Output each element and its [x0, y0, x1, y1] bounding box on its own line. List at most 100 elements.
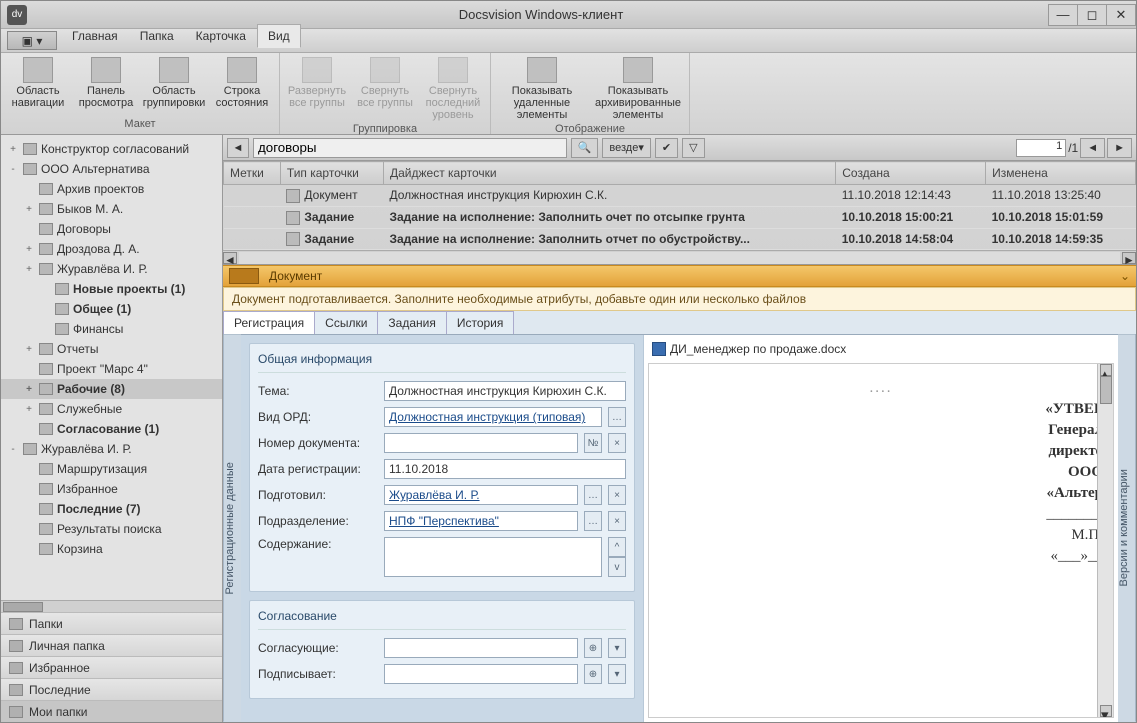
card-tab-Регистрация[interactable]: Регистрация — [223, 311, 315, 334]
card-tab-Ссылки[interactable]: Ссылки — [314, 311, 378, 334]
input-tema[interactable]: Должностная инструкция Кирюхин С.К. — [384, 381, 626, 401]
page-number[interactable]: 1 — [1016, 139, 1066, 157]
tree-node[interactable]: Результаты поиска — [1, 519, 222, 539]
minimize-button[interactable]: — — [1048, 4, 1078, 26]
expand-icon[interactable]: + — [7, 144, 19, 155]
card-tab-История[interactable]: История — [446, 311, 515, 334]
tree-node[interactable]: +Дроздова Д. А. — [1, 239, 222, 259]
table-row[interactable]: ЗаданиеЗадание на исполнение: Заполнить … — [224, 228, 1136, 250]
input-sogl[interactable] — [384, 638, 578, 658]
nomer-button[interactable]: № — [584, 433, 602, 453]
tree-node[interactable]: Финансы — [1, 319, 222, 339]
tree-node[interactable]: Согласование (1) — [1, 419, 222, 439]
tree-node[interactable]: Последние (7) — [1, 499, 222, 519]
tree-node[interactable]: +Рабочие (8) — [1, 379, 222, 399]
table-row[interactable]: ЗаданиеЗадание на исполнение: Заполнить … — [224, 206, 1136, 228]
podgotovil-browse-button[interactable]: … — [584, 485, 602, 505]
expand-icon[interactable]: + — [23, 244, 35, 255]
expand-icon[interactable]: - — [7, 164, 19, 175]
ribbon-Область-группировки[interactable]: Область группировки — [143, 57, 205, 109]
input-date[interactable]: 11.10.2018 — [384, 459, 626, 479]
col-Создана[interactable]: Создана — [836, 162, 986, 185]
tree-node[interactable]: +Журавлёва И. Р. — [1, 259, 222, 279]
page-prev[interactable]: ◄ — [1080, 138, 1105, 158]
sogl-pick-button[interactable]: ⊕ — [584, 638, 602, 658]
tab-Главная[interactable]: Главная — [61, 24, 129, 47]
tree-node[interactable]: Договоры — [1, 219, 222, 239]
ribbon-Строка-состояния[interactable]: Строка состояния — [211, 57, 273, 109]
ribbon-Панель-просмотра[interactable]: Панель просмотра — [75, 57, 137, 109]
preview-vscroll[interactable]: ▴ ▾ — [1097, 364, 1113, 717]
left-side-tab[interactable]: Регистрационные данные — [223, 335, 241, 722]
nomer-clear-button[interactable]: × — [608, 433, 626, 453]
tree-node[interactable]: Проект "Марс 4" — [1, 359, 222, 379]
tree-node[interactable]: Корзина — [1, 539, 222, 559]
tree-node[interactable]: -ООО Альтернатива — [1, 159, 222, 179]
close-button[interactable]: ✕ — [1106, 4, 1136, 26]
input-soderzh[interactable] — [384, 537, 602, 577]
podrazd-clear-button[interactable]: × — [608, 511, 626, 531]
maximize-button[interactable]: ◻ — [1077, 4, 1107, 26]
input-podpis[interactable] — [384, 664, 578, 684]
right-side-tab[interactable]: Версии и комментарии — [1118, 335, 1136, 722]
tree-node[interactable]: +Служебные — [1, 399, 222, 419]
page-next[interactable]: ► — [1107, 138, 1132, 158]
nav-section-Последние[interactable]: Последние — [1, 678, 222, 700]
tab-Вид[interactable]: Вид — [257, 24, 301, 48]
tree-node[interactable]: +Конструктор согласований — [1, 139, 222, 159]
nav-section-Папки[interactable]: Папки — [1, 612, 222, 634]
col-Метки[interactable]: Метки — [224, 162, 281, 185]
nav-back-icon[interactable]: ◄ — [227, 138, 249, 158]
tree-node[interactable]: Избранное — [1, 479, 222, 499]
tree-node[interactable]: Архив проектов — [1, 179, 222, 199]
ribbon-Показывать-архивированные-элементы[interactable]: Показывать архивированные элементы — [593, 57, 683, 121]
tree-node[interactable]: +Быков М. А. — [1, 199, 222, 219]
search-input[interactable] — [253, 138, 567, 158]
col-Изменена[interactable]: Изменена — [986, 162, 1136, 185]
vid-browse-button[interactable]: … — [608, 407, 626, 427]
podrazd-browse-button[interactable]: … — [584, 511, 602, 531]
tree-node[interactable]: -Журавлёва И. Р. — [1, 439, 222, 459]
soderzh-collapse-button[interactable]: v — [608, 557, 626, 577]
tree-node[interactable]: Общее (1) — [1, 299, 222, 319]
tree-node[interactable]: +Отчеты — [1, 339, 222, 359]
nav-section-Мои папки[interactable]: Мои папки — [1, 700, 222, 722]
expand-icon[interactable]: + — [23, 204, 35, 215]
search-scope-icon[interactable]: 🔍 — [571, 138, 599, 158]
app-menu-button[interactable]: ▣ ▾ — [7, 31, 57, 50]
document-preview[interactable]: .... «УТВЕРГенералдиректоООО«Альтер_____… — [648, 363, 1114, 718]
col-Тип карточки[interactable]: Тип карточки — [280, 162, 383, 185]
expand-icon[interactable]: + — [23, 264, 35, 275]
card-collapse-icon[interactable]: ⌄ — [1120, 269, 1130, 283]
attached-file[interactable]: ДИ_менеджер по продаже.docx — [648, 339, 1114, 359]
podgotovil-clear-button[interactable]: × — [608, 485, 626, 505]
filter-button[interactable]: ▽ — [682, 138, 704, 158]
nav-section-Личная папка[interactable]: Личная папка — [1, 634, 222, 656]
results-grid[interactable]: МеткиТип карточкиДайджест карточкиСоздан… — [223, 161, 1136, 250]
table-row[interactable]: ДокументДолжностная инструкция Кирюхин С… — [224, 185, 1136, 207]
soderzh-expand-button[interactable]: ^ — [608, 537, 626, 557]
card-menu-button[interactable] — [229, 268, 259, 284]
expand-icon[interactable]: - — [7, 444, 19, 455]
tree-node[interactable]: Новые проекты (1) — [1, 279, 222, 299]
ribbon-Область-навигации[interactable]: Область навигации — [7, 57, 69, 109]
expand-icon[interactable]: + — [23, 384, 35, 395]
input-podrazd[interactable]: НПФ "Перспектива" — [384, 511, 578, 531]
tree-hscroll[interactable] — [1, 600, 222, 612]
input-podgotovil[interactable]: Журавлёва И. Р. — [384, 485, 578, 505]
ribbon-Показывать-удаленные-элементы[interactable]: Показывать удаленные элементы — [497, 57, 587, 121]
nav-section-Избранное[interactable]: Избранное — [1, 656, 222, 678]
col-Дайджест карточки[interactable]: Дайджест карточки — [383, 162, 835, 185]
folder-tree[interactable]: +Конструктор согласований-ООО Альтернати… — [1, 135, 222, 600]
podpis-dd-button[interactable]: ▾ — [608, 664, 626, 684]
sogl-dd-button[interactable]: ▾ — [608, 638, 626, 658]
podpis-pick-button[interactable]: ⊕ — [584, 664, 602, 684]
expand-icon[interactable]: + — [23, 404, 35, 415]
expand-icon[interactable]: + — [23, 344, 35, 355]
search-run-button[interactable]: ✔ — [655, 138, 678, 158]
search-scope-select[interactable]: везде ▾ — [602, 138, 650, 158]
tab-Карточка[interactable]: Карточка — [185, 24, 257, 47]
tab-Папка[interactable]: Папка — [129, 24, 185, 47]
input-nomer[interactable] — [384, 433, 578, 453]
tree-node[interactable]: Маршрутизация — [1, 459, 222, 479]
